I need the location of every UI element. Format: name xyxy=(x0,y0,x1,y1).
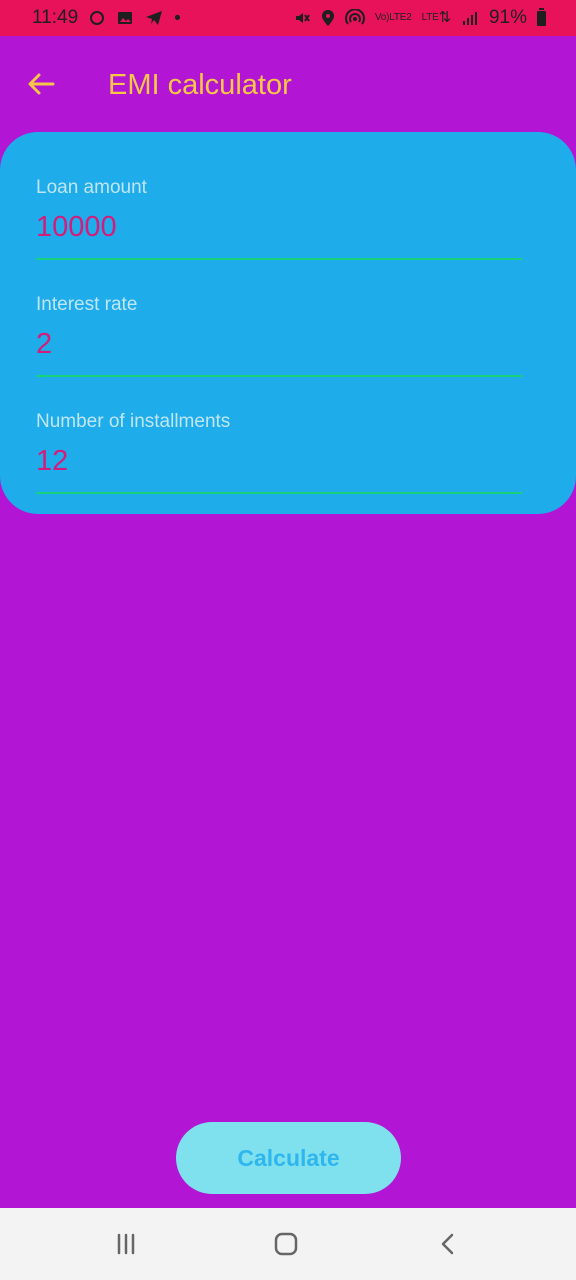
arrow-left-icon xyxy=(28,73,55,95)
recent-apps-button[interactable] xyxy=(104,1222,148,1266)
recent-apps-icon xyxy=(117,1233,135,1255)
network-arrows: ⇅ xyxy=(438,9,452,26)
status-time: 11:49 xyxy=(32,7,79,28)
lte2-text: LTE2 xyxy=(389,12,412,23)
mute-icon xyxy=(293,9,311,27)
volte-icon: Vo) LTE2 xyxy=(375,13,412,23)
status-right: Vo) LTE2 LTE ⇅ 91% xyxy=(293,7,546,29)
network-text: LTE xyxy=(421,12,439,23)
back-button[interactable] xyxy=(24,69,58,99)
lte-icon: LTE ⇅ xyxy=(421,9,452,26)
installments-label: Number of installments xyxy=(36,411,231,432)
interest-rate-input[interactable]: 2 xyxy=(36,326,522,362)
back-nav-button[interactable] xyxy=(426,1222,470,1266)
installments-field[interactable]: Number of installments 12 xyxy=(36,410,522,500)
telegram-icon xyxy=(144,9,164,27)
battery-icon xyxy=(537,7,546,26)
navigation-bar xyxy=(0,1208,576,1280)
calculate-button[interactable]: Calculate xyxy=(176,1122,401,1194)
status-left: 11:49 • xyxy=(32,7,181,29)
app-bar: EMI calculator xyxy=(0,36,576,132)
page-title: EMI calculator xyxy=(108,69,292,101)
hotspot-icon xyxy=(344,9,365,27)
status-bar: 11:49 • Vo) LTE2 LTE ⇅ 91% xyxy=(0,0,576,36)
dot-icon: • xyxy=(174,7,181,29)
installments-underline xyxy=(36,492,522,494)
interest-rate-field[interactable]: Interest rate 2 xyxy=(36,293,522,383)
loan-amount-label: Loan amount xyxy=(36,177,147,198)
emi-form-card: Loan amount 10000 Interest rate 2 Number… xyxy=(0,132,576,514)
image-icon xyxy=(116,9,134,27)
volte-text: Vo) xyxy=(374,12,390,23)
battery-text: 91% xyxy=(488,7,527,28)
loan-amount-input[interactable]: 10000 xyxy=(36,209,522,245)
loan-amount-field[interactable]: Loan amount 10000 xyxy=(36,176,522,266)
signal-icon xyxy=(461,9,479,27)
home-button[interactable] xyxy=(264,1222,308,1266)
location-icon xyxy=(321,9,335,27)
back-icon xyxy=(441,1233,454,1255)
loan-amount-underline xyxy=(36,258,522,260)
interest-rate-label: Interest rate xyxy=(36,294,138,315)
sync-icon xyxy=(88,9,106,27)
interest-rate-underline xyxy=(36,375,522,377)
home-icon xyxy=(274,1232,298,1256)
installments-input[interactable]: 12 xyxy=(36,443,522,479)
